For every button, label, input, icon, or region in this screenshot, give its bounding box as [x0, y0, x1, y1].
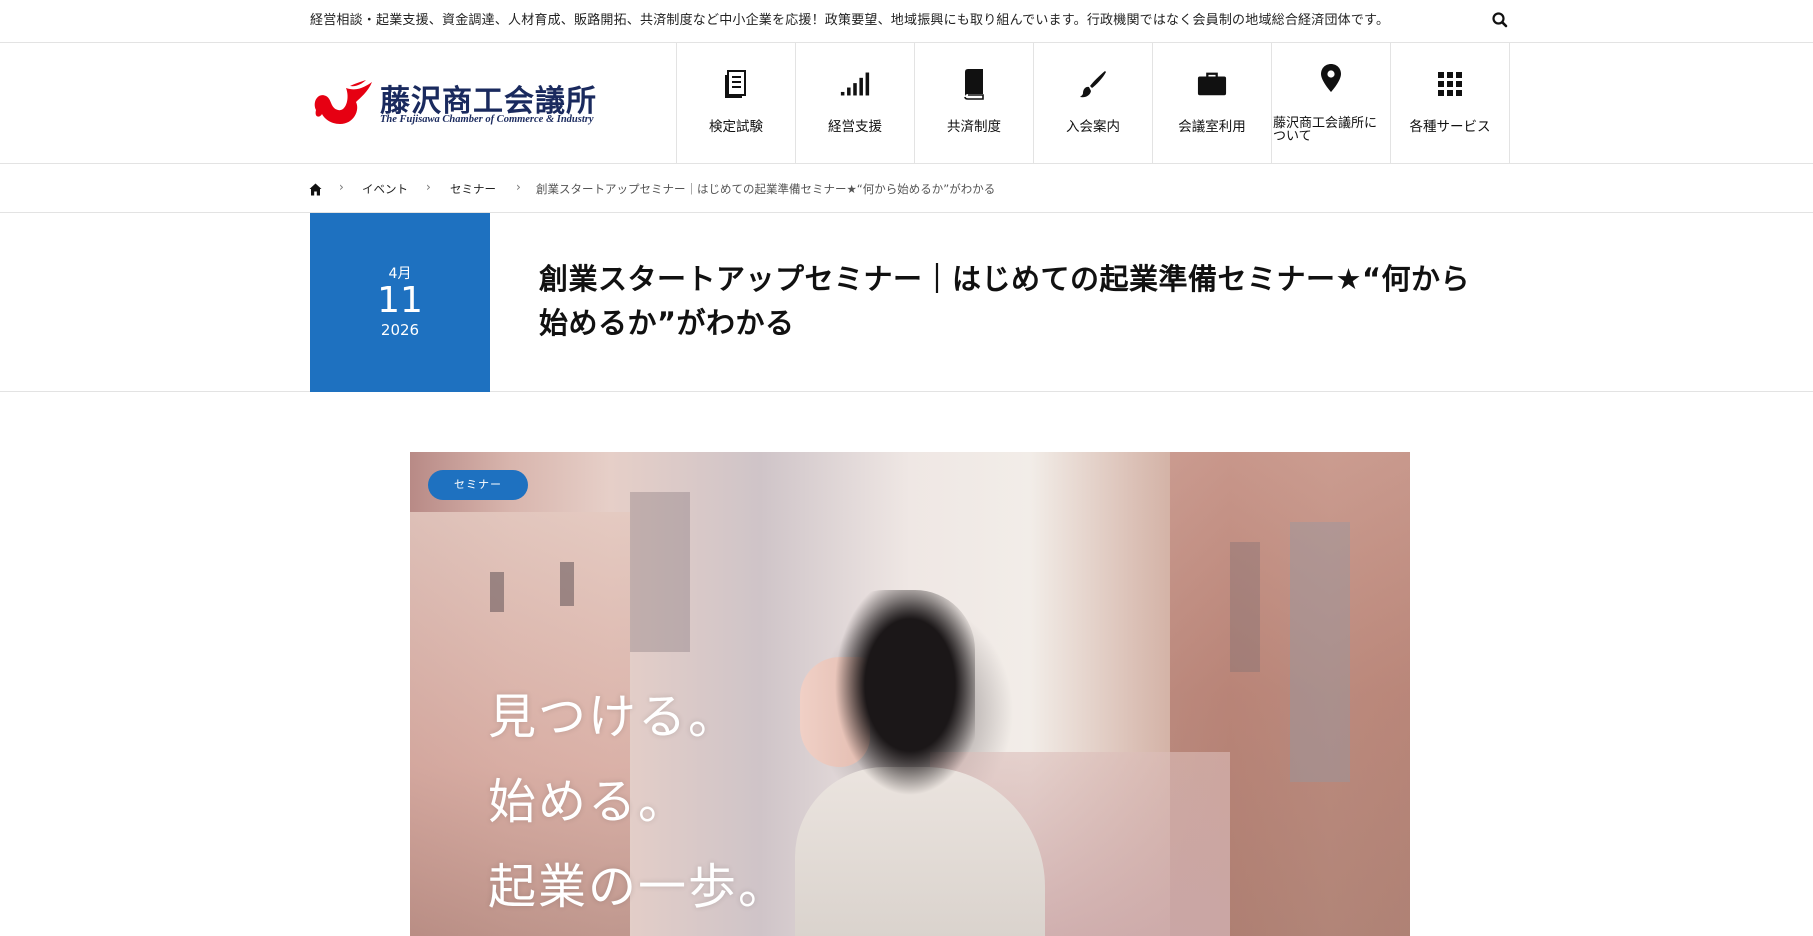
briefcase-icon	[1197, 69, 1227, 99]
logo-subtitle: The Fujisawa Chamber of Commerce & Indus…	[380, 114, 594, 125]
hero-copy-line: 見つける。	[488, 689, 739, 745]
hero-copy-line: 始める。	[488, 774, 689, 830]
signal-bars-icon	[840, 69, 870, 99]
nav-item-kyosai[interactable]: 共済制度	[915, 43, 1034, 164]
nav-label: 会議室利用	[1178, 119, 1246, 135]
event-title-section: 4月 11 2026 創業スタートアップセミナー｜はじめての起業準備セミナー★“…	[0, 213, 1813, 392]
breadcrumb-separator-icon: ›	[426, 180, 431, 194]
breadcrumb-current: 創業スタートアップセミナー｜はじめての起業準備セミナー★“何から始めるか”がわか…	[536, 182, 996, 196]
breadcrumb: › イベント › セミナー › 創業スタートアップセミナー｜はじめての起業準備セ…	[0, 164, 1813, 213]
nav-label: 入会案内	[1066, 119, 1120, 135]
nav-item-about[interactable]: 藤沢商工会議所に ついて	[1272, 43, 1391, 164]
nav-item-kentei[interactable]: 検定試験	[677, 43, 796, 164]
map-pin-icon	[1316, 63, 1346, 93]
brush-icon	[1078, 69, 1108, 99]
breadcrumb-separator-icon: ›	[339, 180, 344, 194]
hero-bg-window	[630, 492, 690, 652]
site-logo[interactable]: 藤沢商工会議所 The Fujisawa Chamber of Commerce…	[310, 76, 630, 132]
nav-label: 各種サービス	[1409, 119, 1491, 135]
top-info-bar: 経営相談・起業支援、資金調達、人材育成、販路開拓、共済制度など中小企業を応援！政…	[0, 0, 1813, 43]
hero-copy-line: 起業の一歩。	[488, 859, 789, 915]
hero-bg-window	[490, 572, 504, 612]
grid-icon	[1435, 69, 1465, 99]
logo-mark-icon	[314, 80, 372, 124]
nav-item-keiei[interactable]: 経営支援	[796, 43, 915, 164]
search-icon[interactable]	[1490, 10, 1510, 30]
home-icon[interactable]	[309, 181, 322, 196]
hero-bg-window	[1230, 542, 1260, 672]
hero-bg-window	[560, 562, 574, 606]
event-year: 2026	[380, 321, 420, 339]
breadcrumb-item-event[interactable]: イベント	[362, 181, 408, 197]
hero-person-hair	[825, 590, 975, 840]
event-date-box: 4月 11 2026	[310, 213, 490, 392]
nav-label-line: ついて	[1273, 129, 1312, 144]
book-icon	[959, 69, 989, 100]
page-title: 創業スタートアップセミナー｜はじめての起業準備セミナー★“何から始めるか”がわか…	[539, 262, 1471, 340]
site-header: 藤沢商工会議所 The Fujisawa Chamber of Commerce…	[0, 43, 1813, 164]
nav-label: 経営支援	[828, 119, 882, 135]
nav-label: 藤沢商工会議所に ついて	[1272, 117, 1390, 143]
hero-image: セミナー 見つける。 始める。 起業の一歩。	[410, 452, 1410, 936]
global-nav: 検定試験 経営支援 共済制度 入会案内 会議室利用 藤沢商工会議所に ついて 各…	[676, 43, 1510, 164]
document-icon	[721, 69, 751, 99]
site-tagline: 経営相談・起業支援、資金調達、人材育成、販路開拓、共済制度など中小企業を応援！政…	[310, 13, 1390, 28]
nav-item-kaigishitsu[interactable]: 会議室利用	[1153, 43, 1272, 164]
nav-item-services[interactable]: 各種サービス	[1391, 43, 1510, 164]
hero-bg-window	[1290, 522, 1350, 782]
category-badge[interactable]: セミナー	[428, 470, 528, 500]
event-day: 11	[377, 280, 423, 321]
nav-label: 共済制度	[947, 119, 1001, 135]
nav-item-nyukai[interactable]: 入会案内	[1034, 43, 1153, 164]
breadcrumb-separator-icon: ›	[516, 180, 521, 194]
breadcrumb-item-seminar[interactable]: セミナー	[450, 181, 496, 197]
nav-label: 検定試験	[709, 119, 763, 135]
